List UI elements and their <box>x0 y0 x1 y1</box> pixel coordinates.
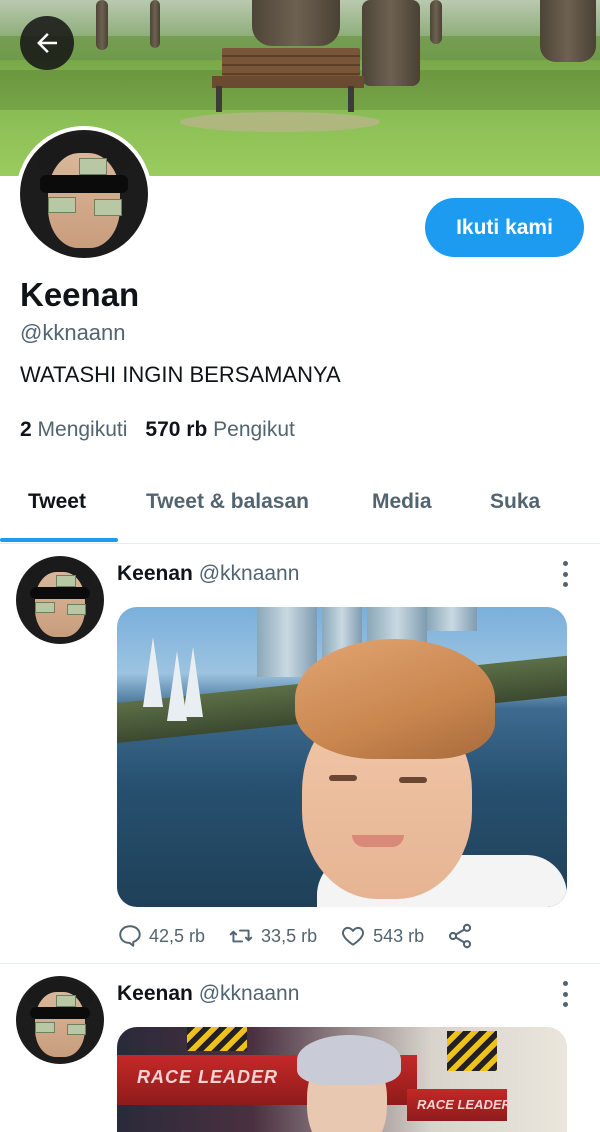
profile-handle: @kknaann <box>20 320 126 345</box>
tweet-author-name: Keenan <box>117 982 193 1005</box>
tweet-author-handle: @kknaann <box>198 562 300 585</box>
profile-avatar[interactable] <box>16 126 152 262</box>
tab-likes[interactable]: Suka <box>490 490 540 514</box>
tweet-avatar[interactable] <box>16 556 104 644</box>
share-button[interactable] <box>446 922 480 950</box>
more-options-icon[interactable] <box>555 561 575 587</box>
retweet-button[interactable]: 33,5 rb <box>227 923 317 949</box>
tab-media[interactable]: Media <box>372 490 432 514</box>
profile-bio: WATASHI INGIN BERSAMANYA <box>20 362 341 387</box>
share-icon <box>449 923 472 949</box>
like-count: 543 rb <box>373 925 425 946</box>
following-count: 2 <box>20 418 32 441</box>
follow-button[interactable]: Ikuti kami <box>425 198 584 257</box>
tweet-divider <box>0 963 600 964</box>
tweet-image[interactable]: RACE LEADER RACE LEADER <box>117 1027 567 1132</box>
reply-button[interactable]: 42,5 rb <box>117 923 205 949</box>
following-link[interactable]: 2 Mengikuti <box>20 418 127 441</box>
tab-tweet-replies[interactable]: Tweet & balasan <box>146 490 309 514</box>
reply-icon <box>119 925 141 947</box>
active-tab-indicator <box>0 538 118 542</box>
tweet-actions: 42,5 rb 33,5 rb 543 rb <box>117 921 502 951</box>
tweet-author[interactable]: Keenan @kknaann <box>117 562 299 586</box>
profile-stats: 2 Mengikuti 570 rb Pengikut <box>20 418 295 442</box>
tweet-author[interactable]: Keenan @kknaann <box>117 982 299 1006</box>
heart-icon <box>342 926 365 946</box>
back-button[interactable] <box>20 16 74 70</box>
tweet-author-handle: @kknaann <box>198 982 300 1005</box>
profile-name: Keenan <box>20 276 140 313</box>
tweet-image[interactable] <box>117 607 567 907</box>
banner-text-race-leader-2: RACE LEADER <box>417 1097 511 1112</box>
tweet-avatar[interactable] <box>16 976 104 1064</box>
followers-link[interactable]: 570 rb Pengikut <box>145 418 294 441</box>
following-label: Mengikuti <box>37 418 128 441</box>
more-options-icon[interactable] <box>555 981 575 1007</box>
followers-label: Pengikut <box>213 418 295 441</box>
banner-text-race-leader: RACE LEADER <box>137 1067 279 1087</box>
reply-count: 42,5 rb <box>149 925 206 946</box>
followers-count: 570 rb <box>145 418 208 441</box>
like-button[interactable]: 543 rb <box>339 923 424 949</box>
arrow-left-icon <box>37 33 57 53</box>
retweet-count: 33,5 rb <box>261 925 318 946</box>
tweet-author-name: Keenan <box>117 562 193 585</box>
retweet-icon <box>229 929 253 943</box>
profile-tabs: Tweet Tweet & balasan Media Suka <box>0 470 600 544</box>
tab-tweet[interactable]: Tweet <box>28 490 86 514</box>
